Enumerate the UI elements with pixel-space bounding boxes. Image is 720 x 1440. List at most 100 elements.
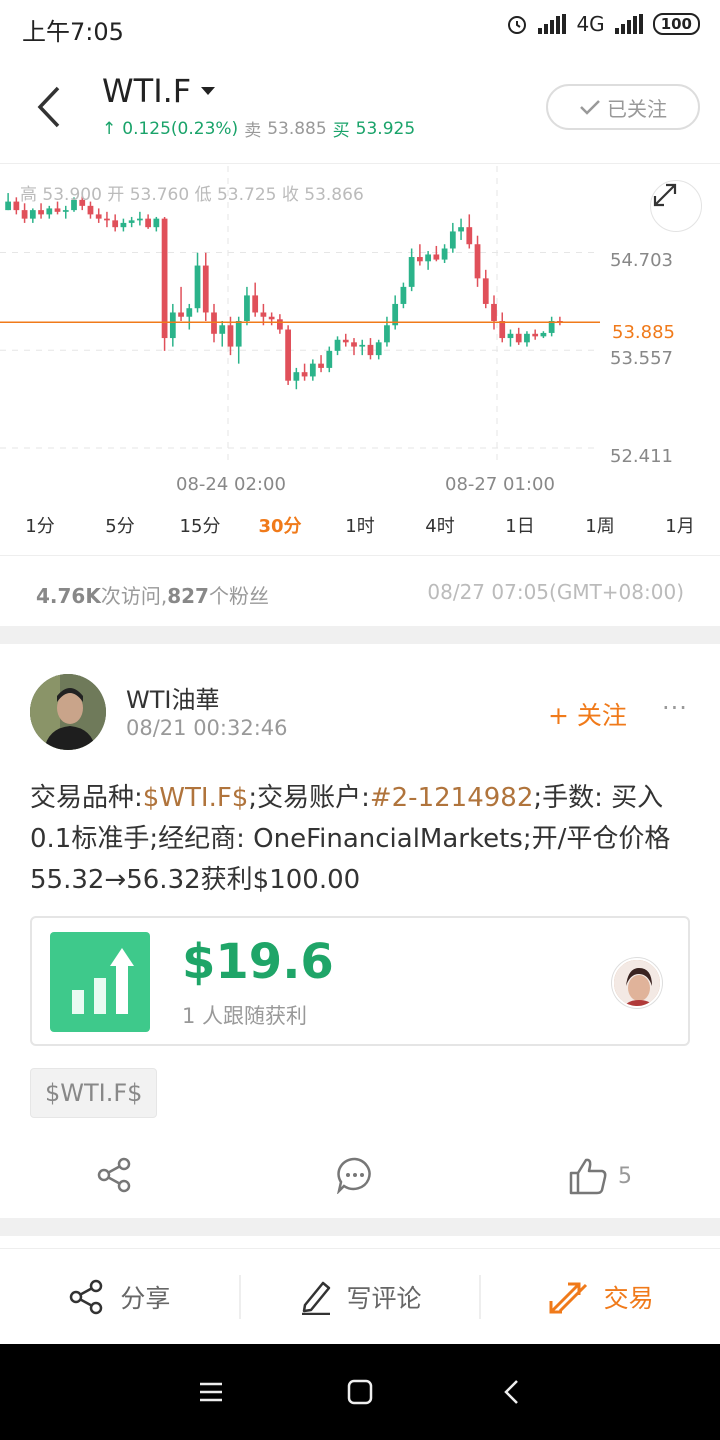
fans-label: 个粉丝 (208, 584, 269, 608)
candle-body (5, 201, 11, 211)
period-tab[interactable]: 1周 (560, 510, 640, 555)
candle-body (449, 231, 456, 249)
account-link[interactable]: #2-1214982 (370, 783, 534, 813)
candle-body (301, 372, 308, 377)
candle-body (425, 254, 431, 262)
candle-body (104, 218, 110, 221)
candle-body (309, 363, 316, 377)
y-tick-label: 52.411 (610, 446, 673, 467)
candle-body (507, 333, 514, 339)
post-date: 08/21 00:32:46 (126, 716, 288, 740)
trade-button[interactable]: 交易 (479, 1274, 720, 1319)
check-icon (580, 100, 600, 115)
candle-body (169, 312, 176, 339)
candle-body (38, 210, 44, 215)
candle-body (351, 342, 357, 347)
candle-body (285, 329, 291, 381)
candle-body (515, 333, 522, 343)
symbol-selector[interactable]: WTI.F (102, 72, 216, 110)
period-tab[interactable]: 30分 (240, 510, 320, 555)
period-tab[interactable]: 4时 (400, 510, 480, 555)
bottom-toolbar: 分享 写评论 交易 (0, 1248, 720, 1344)
like-count: 5 (618, 1163, 632, 1189)
followed-button[interactable]: 已关注 (546, 84, 700, 130)
header: WTI.F ↑ 0.125(0.23%) 卖 53.885 买 53.925 已… (0, 52, 720, 164)
candle-body (524, 333, 530, 343)
ohlc-readout: 高 53.900 开 53.760 低 53.725 收 53.866 (20, 185, 364, 205)
candle-body (178, 312, 184, 317)
candle-body (293, 372, 300, 381)
candle-body (145, 218, 151, 228)
status-icons: 4G 100 (506, 12, 700, 36)
candle-body (128, 220, 135, 223)
buy-label: 买 (332, 121, 350, 141)
candle-body (186, 308, 193, 317)
candle-body (359, 344, 366, 347)
period-tab[interactable]: 1月 (640, 510, 720, 555)
network-type: 4G (576, 12, 605, 36)
visits-label: 次访问, (100, 584, 168, 608)
follower-avatar (612, 958, 662, 1008)
candle-body (482, 278, 489, 304)
price-change: 0.125(0.23%) (122, 118, 239, 139)
symbol-link[interactable]: $WTI.F$ (143, 783, 249, 813)
candle-body (29, 210, 36, 219)
plus-icon: + (548, 701, 569, 730)
candle-body (384, 325, 390, 343)
comment-icon (337, 1157, 371, 1194)
profit-label: 1 人跟随获利 (182, 1004, 308, 1028)
period-tab[interactable]: 1分 (0, 510, 80, 555)
share-label: 分享 (120, 1283, 171, 1313)
back-arrow-icon[interactable] (30, 82, 70, 132)
share-icon (97, 1157, 131, 1193)
user-name[interactable]: WTI油華 (126, 680, 219, 715)
period-tab[interactable]: 1日 (480, 510, 560, 555)
candle-body (46, 208, 53, 215)
candle-body (491, 303, 497, 321)
period-tab[interactable]: 5分 (80, 510, 160, 555)
more-options-icon[interactable]: ··· (662, 694, 688, 722)
candle-body (137, 218, 143, 221)
write-comment-button[interactable]: 写评论 (238, 1274, 480, 1319)
symbol-tag[interactable]: $WTI.F$ (30, 1068, 158, 1118)
back-icon[interactable] (500, 1378, 524, 1406)
candle-body (318, 363, 324, 368)
share-button[interactable]: 分享 (0, 1275, 239, 1319)
fullscreen-button[interactable] (650, 180, 702, 232)
candle-body (334, 339, 341, 351)
menu-icon[interactable] (198, 1380, 224, 1404)
trade-arrows-icon (549, 1282, 587, 1313)
signal-icon (538, 14, 567, 34)
period-tab[interactable]: 15分 (160, 510, 240, 555)
like-action[interactable]: 5 (568, 1156, 632, 1196)
x-tick-label: 08-24 02:00 (176, 474, 286, 495)
section-divider (0, 1218, 720, 1236)
post-text-part: 交易品种: (30, 783, 143, 813)
candle-body (466, 227, 473, 245)
candle-body (161, 218, 168, 339)
avatar-image (30, 674, 106, 750)
period-tab[interactable]: 1时 (320, 510, 400, 555)
price-chart[interactable]: 高 53.900 开 53.760 低 53.725 收 53.866 54.7… (0, 166, 720, 506)
candle-body (95, 214, 102, 219)
candle-body (112, 220, 119, 228)
comment-action[interactable] (336, 1156, 374, 1194)
signal-icon-2 (614, 14, 643, 34)
write-comment-label: 写评论 (346, 1283, 422, 1313)
stats-datetime: 08/27 07:05(GMT+08:00) (427, 580, 684, 604)
follow-button[interactable]: + 关注 (548, 696, 627, 732)
candle-body (417, 257, 423, 262)
sell-price: 53.885 (267, 118, 327, 139)
up-arrow-icon: ↑ (102, 118, 117, 139)
user-avatar[interactable] (30, 674, 106, 750)
follow-label: 关注 (576, 701, 627, 730)
candle-body (268, 316, 275, 320)
current-price-label: 53.885 (612, 322, 675, 343)
status-time: 上午7:05 (22, 18, 124, 46)
home-icon[interactable] (346, 1378, 374, 1406)
battery-icon: 100 (652, 13, 700, 35)
follow-profit-card[interactable]: $19.6 1 人跟随获利 (30, 916, 690, 1046)
post-text-part: ;交易账户: (248, 783, 370, 813)
candle-body (202, 265, 209, 313)
share-action[interactable] (96, 1156, 134, 1194)
